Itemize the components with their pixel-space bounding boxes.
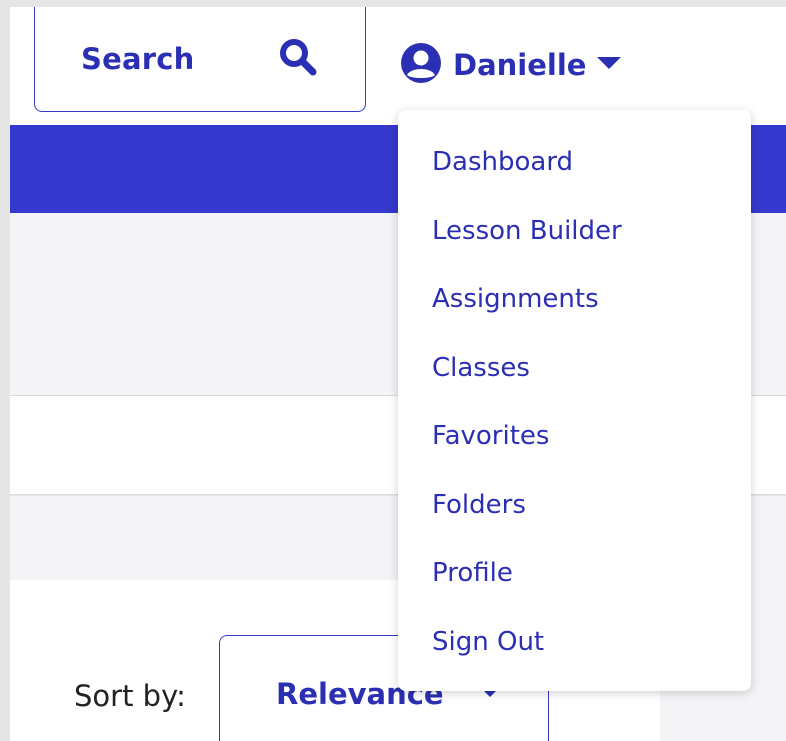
- menu-item-classes[interactable]: Classes: [398, 340, 751, 409]
- menu-item-dashboard[interactable]: Dashboard: [398, 134, 751, 203]
- menu-item-assignments[interactable]: Assignments: [398, 271, 751, 340]
- user-menu-button[interactable]: Danielle: [399, 41, 622, 90]
- user-circle-icon: [399, 41, 443, 90]
- top-header: Search Danielle: [10, 7, 786, 125]
- user-name: Danielle: [453, 48, 587, 82]
- search-button[interactable]: Search: [34, 7, 366, 112]
- user-dropdown-menu: Dashboard Lesson Builder Assignments Cla…: [398, 110, 751, 691]
- menu-item-folders[interactable]: Folders: [398, 477, 751, 546]
- menu-item-lesson-builder[interactable]: Lesson Builder: [398, 203, 751, 272]
- sort-label: Sort by:: [74, 679, 186, 713]
- caret-down-icon: [596, 55, 622, 76]
- search-icon: [277, 37, 321, 82]
- menu-item-favorites[interactable]: Favorites: [398, 408, 751, 477]
- menu-item-profile[interactable]: Profile: [398, 545, 751, 614]
- menu-item-sign-out[interactable]: Sign Out: [398, 614, 751, 683]
- screen-frame-top: [0, 0, 786, 7]
- screen-frame-left: [0, 0, 10, 741]
- search-label: Search: [81, 42, 195, 76]
